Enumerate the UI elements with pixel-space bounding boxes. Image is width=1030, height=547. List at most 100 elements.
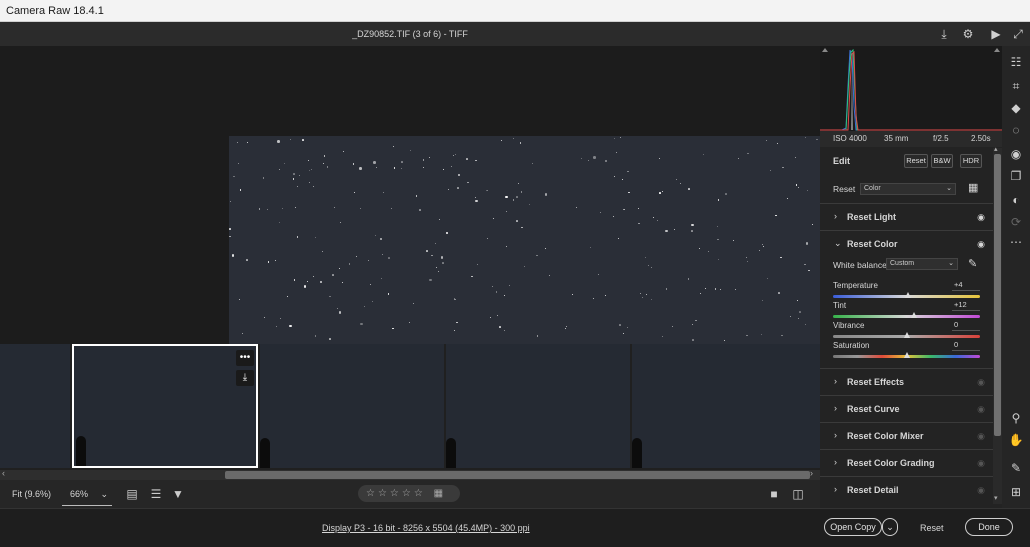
visibility-eye-icon[interactable]: ◉ bbox=[977, 404, 985, 415]
star-dot bbox=[708, 251, 710, 253]
hdr-button[interactable]: HDR bbox=[960, 154, 982, 168]
star-dot bbox=[277, 140, 280, 143]
panel-scrollbar-thumb[interactable] bbox=[994, 154, 1001, 436]
star-dot bbox=[392, 327, 394, 330]
sort-icon[interactable]: ☰ bbox=[148, 486, 164, 502]
eraser-icon[interactable]: ◆ bbox=[1008, 100, 1024, 116]
compare-view-icon[interactable]: ◫ bbox=[790, 486, 806, 502]
section-light[interactable]: › Reset Light ◉ bbox=[820, 203, 993, 229]
more-tools-icon[interactable]: ⋯ bbox=[1008, 234, 1024, 250]
star-dot bbox=[665, 229, 668, 233]
tint-slider[interactable]: Tint +12 bbox=[833, 299, 981, 321]
star-dot bbox=[645, 256, 647, 258]
filmstrip-scrollbar[interactable]: ‹ › bbox=[0, 468, 820, 480]
workflow-options-link[interactable]: Display P3 - 16 bit - 8256 x 5504 (45.4M… bbox=[322, 523, 530, 533]
star-dot bbox=[723, 339, 726, 342]
profile-select[interactable]: Color ⌄ bbox=[860, 183, 956, 195]
saturation-slider[interactable]: Saturation 0 bbox=[833, 339, 981, 361]
filmstrip-thumbnail[interactable] bbox=[632, 344, 820, 468]
reset-edit-button[interactable]: Reset bbox=[904, 154, 928, 168]
sync-icon[interactable]: ⟳ bbox=[1008, 214, 1024, 230]
rating-stars[interactable]: ☆☆☆☆☆ bbox=[366, 488, 426, 499]
temperature-value[interactable]: +4 bbox=[952, 279, 980, 291]
filmstrip-thumbnail[interactable] bbox=[260, 344, 444, 468]
scroll-down-icon[interactable]: ▾ bbox=[994, 494, 998, 502]
filmstrip-toggle-icon[interactable]: ▤ bbox=[124, 486, 140, 502]
star-dot bbox=[453, 329, 455, 331]
visibility-eye-icon[interactable]: ◉ bbox=[977, 485, 985, 496]
eyedropper-icon[interactable]: ✎ bbox=[968, 257, 977, 270]
star-dot bbox=[239, 189, 242, 191]
bw-button[interactable]: B&W bbox=[931, 154, 953, 168]
temperature-knob[interactable] bbox=[904, 292, 911, 298]
scroll-up-icon[interactable]: ▴ bbox=[994, 145, 998, 153]
star-dot bbox=[781, 334, 783, 337]
star-dot bbox=[798, 187, 800, 189]
section-color-mixer[interactable]: › Reset Color Mixer ◉ bbox=[820, 422, 993, 448]
tint-track[interactable] bbox=[833, 315, 980, 318]
zoom-icon[interactable]: ⚲ bbox=[1008, 410, 1024, 426]
more-options-icon[interactable]: ••• bbox=[236, 350, 254, 366]
color-sampler-icon[interactable]: ✎ bbox=[1008, 460, 1024, 476]
section-color-grading[interactable]: › Reset Color Grading ◉ bbox=[820, 449, 993, 475]
star-dot bbox=[680, 183, 682, 185]
grid-overlay-icon[interactable]: ⊞ bbox=[1008, 484, 1024, 500]
hand-icon[interactable]: ✋ bbox=[1008, 432, 1024, 448]
saturation-knob[interactable] bbox=[903, 352, 910, 358]
done-button[interactable]: Done bbox=[965, 518, 1013, 536]
zoom-select[interactable]: 66% ⌄ bbox=[62, 484, 112, 506]
tint-value[interactable]: +12 bbox=[952, 299, 980, 311]
filmstrip-thumbnail-selected[interactable]: ••• ⤓ bbox=[72, 344, 258, 468]
masking-icon[interactable]: ◌ bbox=[1008, 122, 1024, 138]
vibrance-slider[interactable]: Vibrance 0 bbox=[833, 319, 981, 341]
visibility-eye-icon[interactable]: ◉ bbox=[977, 212, 985, 223]
footer-bar: Display P3 - 16 bit - 8256 x 5504 (45.4M… bbox=[0, 508, 1030, 547]
panel-scrollbar[interactable]: ▴ ▾ bbox=[993, 145, 1002, 504]
profile-browser-icon[interactable]: ▦ bbox=[968, 181, 978, 194]
visibility-eye-icon[interactable]: ◉ bbox=[977, 458, 985, 469]
edit-sliders-icon[interactable]: ☷ bbox=[1008, 54, 1024, 70]
open-options-dropdown[interactable]: ⌄ bbox=[882, 518, 898, 536]
red-eye-icon[interactable]: ◉ bbox=[1008, 146, 1024, 162]
star-dot bbox=[373, 161, 376, 164]
filmstrip-thumbnail[interactable] bbox=[446, 344, 630, 468]
single-view-icon[interactable]: ■ bbox=[766, 486, 782, 502]
saturation-value[interactable]: 0 bbox=[952, 339, 980, 351]
fullscreen-icon[interactable]: ⤢ bbox=[1010, 26, 1026, 42]
reset-button[interactable]: Reset bbox=[920, 523, 944, 533]
filmstrip-thumbnail[interactable] bbox=[0, 344, 70, 468]
section-detail[interactable]: › Reset Detail ◉ bbox=[820, 476, 993, 502]
star-dot bbox=[717, 238, 719, 241]
star-dot bbox=[662, 190, 664, 192]
visibility-eye-icon[interactable]: ◉ bbox=[977, 239, 985, 250]
snapshots-icon[interactable]: ❐ bbox=[1008, 168, 1024, 184]
star-dot bbox=[618, 238, 620, 240]
save-thumbnail-icon[interactable]: ⤓ bbox=[236, 370, 254, 386]
exif-info: ISO 4000 35 mm f/2.5 2.50s bbox=[820, 131, 1002, 147]
image-canvas[interactable] bbox=[0, 46, 820, 344]
save-icon[interactable]: ⤓ bbox=[936, 26, 952, 42]
trash-icon[interactable]: ▦ bbox=[434, 488, 443, 499]
visibility-eye-icon[interactable]: ◉ bbox=[977, 377, 985, 388]
filter-icon[interactable]: ▼ bbox=[170, 486, 186, 502]
section-effects[interactable]: › Reset Effects ◉ bbox=[820, 368, 993, 394]
gear-icon[interactable]: ⚙ bbox=[960, 26, 976, 42]
presets-icon[interactable]: ◐ bbox=[1008, 192, 1024, 208]
temperature-slider[interactable]: Temperature +4 bbox=[833, 279, 981, 301]
tint-knob[interactable] bbox=[910, 312, 917, 318]
vibrance-knob[interactable] bbox=[903, 332, 910, 338]
fit-zoom-label[interactable]: Fit (9.6%) bbox=[12, 489, 51, 499]
scroll-right-icon[interactable]: › bbox=[810, 468, 813, 478]
white-balance-select[interactable]: Custom ⌄ bbox=[886, 258, 958, 270]
crop-icon[interactable]: ⌗ bbox=[1008, 78, 1024, 94]
star-rating[interactable]: ☆☆☆☆☆ ▦ bbox=[358, 485, 460, 502]
scroll-left-icon[interactable]: ‹ bbox=[2, 468, 5, 478]
visibility-eye-icon[interactable]: ◉ bbox=[977, 431, 985, 442]
section-curve[interactable]: › Reset Curve ◉ bbox=[820, 395, 993, 421]
slideshow-icon[interactable]: ▶ bbox=[988, 26, 1004, 42]
vibrance-value[interactable]: 0 bbox=[952, 319, 980, 331]
section-color[interactable]: ⌄ Reset Color ◉ bbox=[820, 230, 993, 256]
shutter-value: 2.50s bbox=[971, 134, 991, 143]
scrollbar-thumb[interactable] bbox=[225, 471, 810, 479]
open-copy-button[interactable]: Open Copy bbox=[824, 518, 882, 536]
